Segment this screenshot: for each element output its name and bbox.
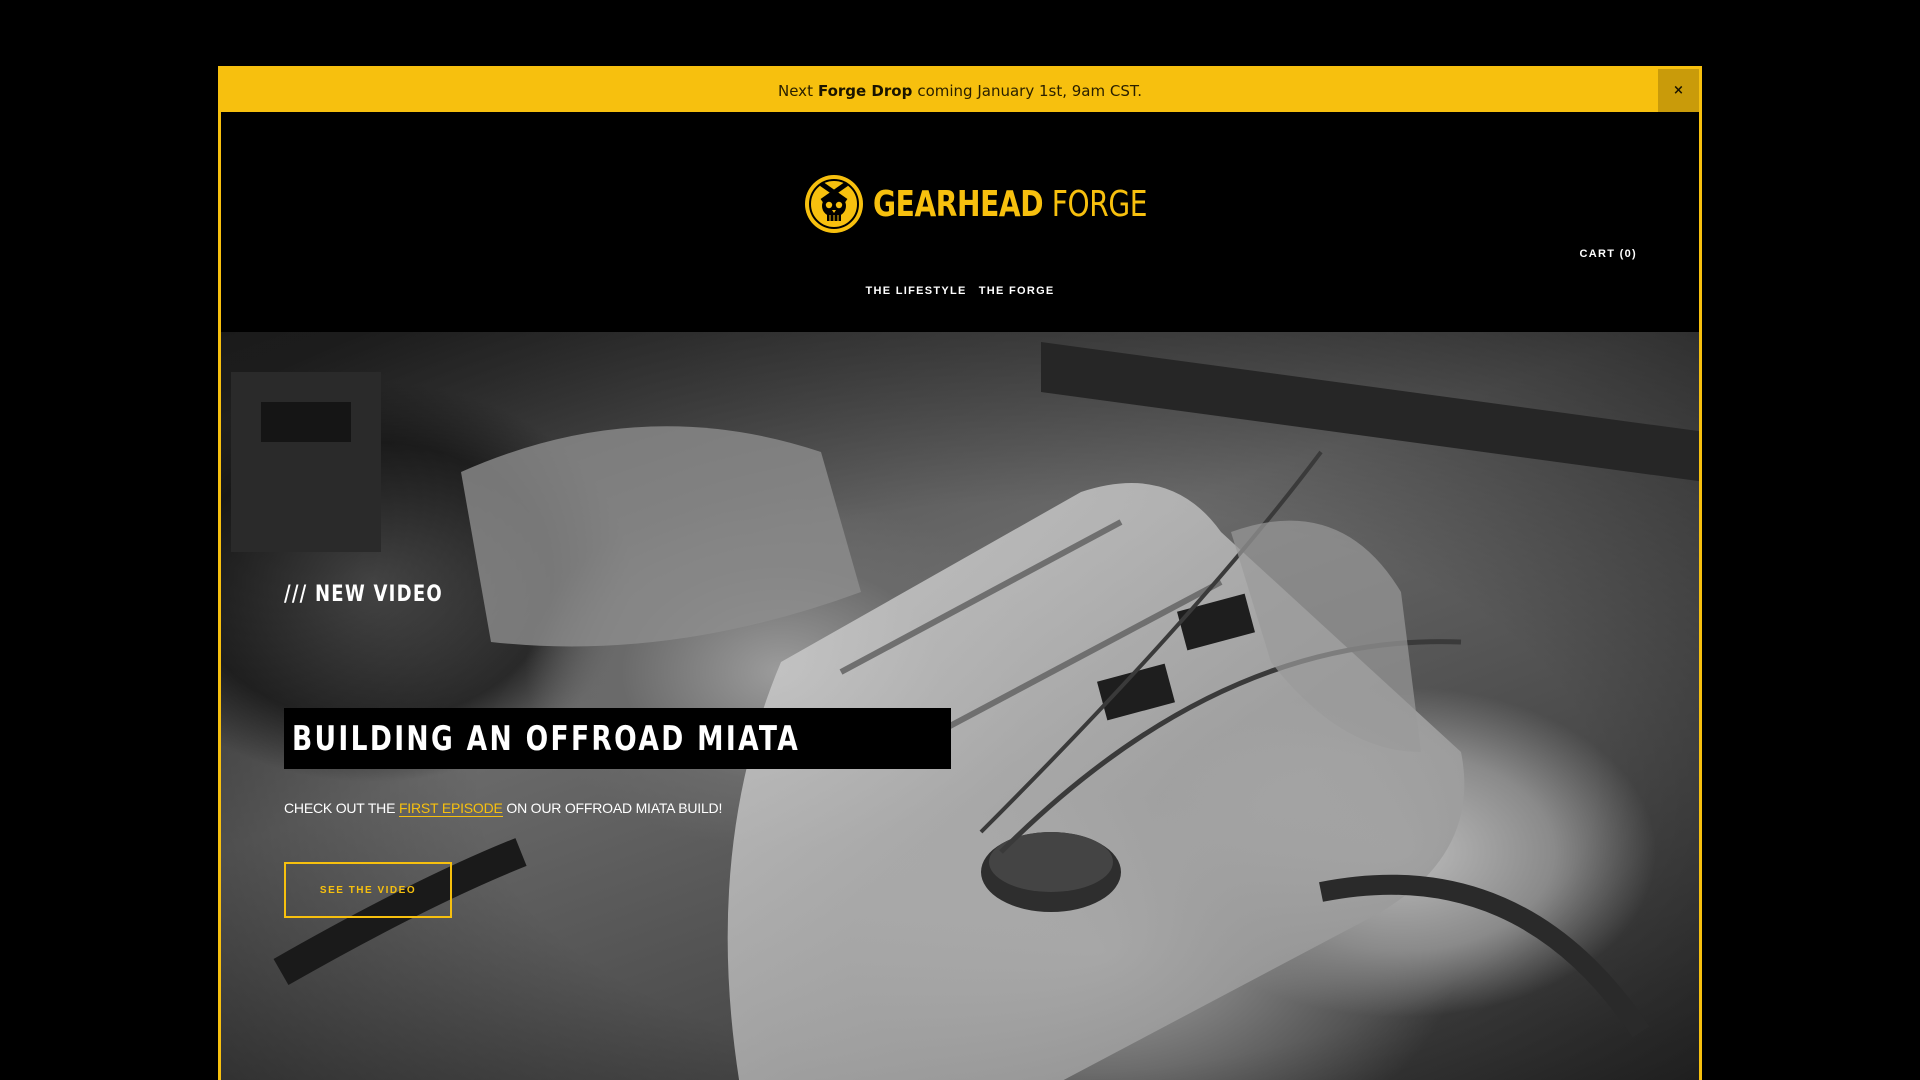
hero-headline: BUILDING AN OFFROAD MIATA xyxy=(292,718,801,759)
announcement-bar: Next Forge Drop coming January 1st, 9am … xyxy=(221,69,1699,112)
cart-link[interactable]: CART (0) xyxy=(1580,248,1637,260)
first-episode-link[interactable]: FIRST EPISODE xyxy=(398,800,503,817)
close-icon: × xyxy=(1673,83,1684,98)
see-video-button[interactable]: SEE THE VIDEO xyxy=(284,862,452,918)
hero-banner: /// NEW VIDEO BUILDING AN OFFROAD MIATA … xyxy=(221,332,1699,1080)
engine-background-image xyxy=(221,332,1699,1080)
main-nav: THE LIFESTYLE THE FORGE xyxy=(221,285,1699,297)
nav-item-forge[interactable]: THE FORGE xyxy=(979,285,1055,297)
close-announcement-button[interactable]: × xyxy=(1658,69,1699,112)
nav-item-lifestyle[interactable]: THE LIFESTYLE xyxy=(865,285,966,297)
brand-name-bold: GEARHEAD xyxy=(873,183,1044,225)
piston-skull-icon xyxy=(805,175,863,233)
brand-name-light: FORGE xyxy=(1051,183,1148,225)
brand-logo[interactable]: GEARHEAD FORGE xyxy=(803,172,1224,236)
brand-wordmark: GEARHEAD FORGE xyxy=(873,184,1147,225)
announcement-suffix: coming January 1st, 9am CST. xyxy=(917,81,1142,100)
announcement-prefix: Next xyxy=(778,81,813,100)
hero-kicker: /// NEW VIDEO xyxy=(284,582,443,607)
hero-subtext-after: ON OUR OFFROAD MIATA BUILD! xyxy=(506,800,723,816)
hero-headline-box: BUILDING AN OFFROAD MIATA xyxy=(284,708,952,769)
site-frame: Next Forge Drop coming January 1st, 9am … xyxy=(218,66,1702,1080)
hero-subtext-before: CHECK OUT THE xyxy=(284,800,396,816)
hero-subtext: CHECK OUT THE FIRST EPISODE ON OUR OFFRO… xyxy=(284,800,723,817)
site-header: GEARHEAD FORGE THE LIFESTYLE THE FORGE C… xyxy=(221,112,1699,332)
announcement-highlight: Forge Drop xyxy=(817,81,913,100)
